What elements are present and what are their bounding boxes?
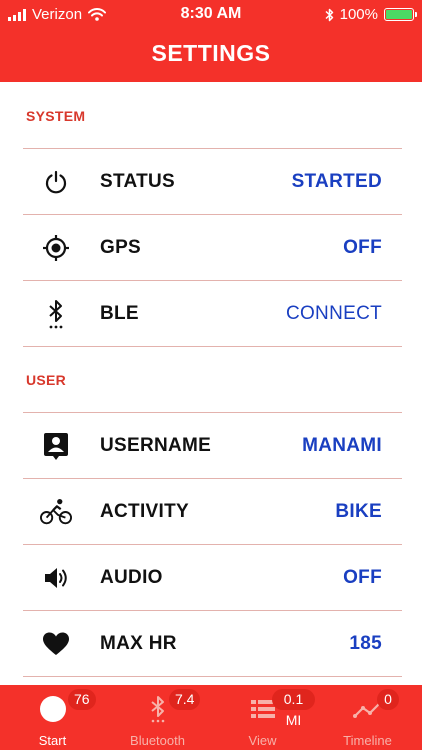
tab-label: Bluetooth: [130, 733, 185, 748]
battery-icon: [384, 8, 417, 21]
tab-badge: 76: [68, 689, 96, 710]
tab-bluetooth[interactable]: 7.4 Bluetooth: [105, 685, 210, 750]
tab-start[interactable]: 76 Start: [0, 685, 105, 750]
line-chart-icon: [315, 695, 420, 723]
divider: [23, 676, 402, 677]
heart-icon: [40, 629, 72, 659]
setting-label: GPS: [100, 237, 142, 258]
tab-bar: 76 Start 7.4 Bluetooth 0.1 MI View 0 Tim…: [0, 685, 422, 750]
setting-label: ACTIVITY: [100, 501, 189, 522]
tab-label: View: [248, 733, 277, 748]
tab-view[interactable]: 0.1 MI View: [210, 685, 315, 750]
tab-badge: 0.1 MI: [272, 689, 315, 728]
tab-badge: 0: [377, 689, 399, 710]
tab-timeline[interactable]: 0 Timeline: [315, 685, 420, 750]
tab-label: Start: [38, 733, 67, 748]
gps-target-icon: [40, 233, 72, 263]
speaker-icon: [40, 563, 72, 593]
status-bar: Verizon 8:30 AM 100%: [0, 0, 422, 30]
setting-row-username[interactable]: USERNAME MANAMI: [0, 413, 422, 479]
setting-value[interactable]: CONNECT: [286, 281, 382, 347]
battery-percent: 100%: [339, 6, 378, 23]
setting-row-max-hr[interactable]: MAX HR 185: [0, 611, 422, 677]
setting-row-ble[interactable]: BLE CONNECT: [0, 281, 422, 347]
bluetooth-icon: [40, 299, 72, 329]
section-header-system: SYSTEM: [26, 108, 86, 124]
power-icon: [40, 167, 72, 197]
bluetooth-status-icon: [325, 8, 333, 21]
setting-value[interactable]: BIKE: [335, 479, 382, 545]
setting-value[interactable]: MANAMI: [302, 413, 382, 479]
setting-row-status[interactable]: STATUS STARTED: [0, 149, 422, 215]
setting-value[interactable]: STARTED: [292, 149, 382, 215]
setting-row-activity[interactable]: ACTIVITY BIKE: [0, 479, 422, 545]
title-bar: SETTINGS: [0, 30, 422, 82]
status-right: 100%: [325, 6, 417, 23]
bicycle-icon: [40, 497, 72, 527]
contact-badge-icon: [40, 431, 72, 461]
setting-label: STATUS: [100, 171, 175, 192]
setting-label: BLE: [100, 303, 139, 324]
setting-row-gps[interactable]: GPS OFF: [0, 215, 422, 281]
tab-label: Timeline: [343, 733, 392, 748]
settings-list: SYSTEM STATUS STARTED GPS OFF BLE CONNEC…: [0, 82, 422, 685]
setting-label: USERNAME: [100, 435, 212, 456]
tab-badge: 7.4: [169, 689, 201, 710]
section-header-user: USER: [26, 372, 67, 388]
setting-value[interactable]: 185: [349, 611, 382, 677]
page-title: SETTINGS: [151, 40, 271, 66]
setting-label: MAX HR: [100, 633, 177, 654]
setting-row-audio[interactable]: AUDIO OFF: [0, 545, 422, 611]
setting-label: AUDIO: [100, 567, 163, 588]
setting-value[interactable]: OFF: [343, 545, 382, 611]
divider: [23, 346, 402, 347]
setting-value[interactable]: OFF: [343, 215, 382, 281]
